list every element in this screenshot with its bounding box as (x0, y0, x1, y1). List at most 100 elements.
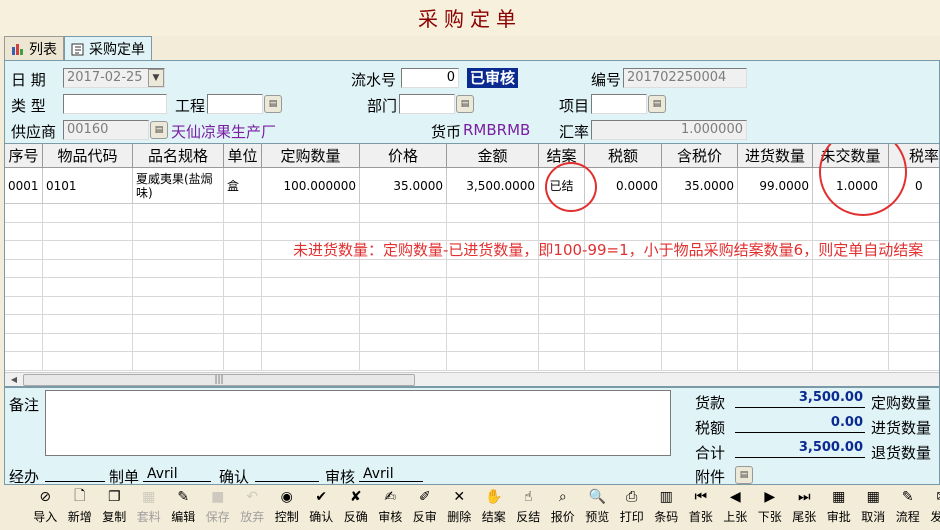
currency-value: RMBRMB (463, 121, 531, 139)
handler-value[interactable] (45, 466, 105, 482)
scroll-left-icon[interactable]: ◀ (7, 374, 21, 386)
supplier-lookup-icon[interactable]: ▤ (150, 121, 168, 139)
toolbar-button-delete[interactable]: ✕ 删除 (442, 485, 477, 530)
toolbar-button-import[interactable]: ⊘ 导入 (28, 485, 63, 530)
toolbar-button-last[interactable]: ⏭ 尾张 (787, 485, 822, 530)
toolbar-label: 结案 (481, 510, 506, 524)
item-field[interactable] (591, 94, 647, 114)
toolbar-button-prev[interactable]: ◀ 上张 (718, 485, 753, 530)
list-icon (12, 43, 23, 55)
toolbar-button-save[interactable]: ■ 保存 (201, 485, 236, 530)
first-icon: ⏮ (694, 489, 708, 505)
prev-icon: ◀ (729, 489, 741, 505)
cell-item-name: 夏威夷果(盐焗味) (133, 168, 224, 204)
close-case-icon: ✋ (485, 489, 503, 505)
toolbar-button-approve[interactable]: ▦ 审批 (822, 485, 857, 530)
cell-unit: 盒 (224, 168, 262, 204)
date-dropdown-icon[interactable]: ▼ (148, 69, 164, 87)
toolbar-button-control[interactable]: ◉ 控制 (270, 485, 305, 530)
header-tax-price[interactable]: 含税价 (662, 144, 738, 168)
confirm-value (255, 466, 319, 482)
project-lookup-icon[interactable]: ▤ (264, 95, 282, 113)
cell-amount: 3,500.0000 (447, 168, 539, 204)
annotation-note: 未进货数量：定购数量-已进货数量，即100-99=1，小于物品采购结案数量6，则… (293, 241, 924, 259)
goods-label: 货款 (695, 394, 726, 412)
attach-label: 附件 (695, 468, 726, 486)
toolbar-label: 预览 (585, 510, 610, 524)
header-item-name[interactable]: 品名规格 (133, 144, 224, 168)
import-icon: ⊘ (39, 489, 52, 505)
toolbar-label: 反结 (516, 510, 541, 524)
edit-icon: ✎ (177, 489, 190, 505)
toolbar-button-unaudit[interactable]: ✐ 反审 (408, 485, 443, 530)
order-qty-label: 定购数量 (871, 394, 932, 412)
serial-field[interactable]: 0 (401, 68, 459, 88)
toolbar-label: 删除 (447, 510, 472, 524)
header-in-qty[interactable]: 进货数量 (738, 144, 813, 168)
return-qty-label: 退货数量 (871, 444, 932, 462)
preview-icon: 🔍 (588, 489, 606, 505)
approve-icon: ▦ (832, 489, 846, 505)
supplier-code-field[interactable]: 00160 (63, 120, 149, 140)
header-price[interactable]: 价格 (360, 144, 447, 168)
header-order-qty[interactable]: 定购数量 (262, 144, 360, 168)
toolbar-button-material[interactable]: ▦ 套料 (132, 485, 167, 530)
toolbar-button-quote[interactable]: ⌕ 报价 (546, 485, 581, 530)
header-unit[interactable]: 单位 (224, 144, 262, 168)
tab-list[interactable]: 列表 (4, 36, 64, 60)
number-field[interactable]: 201702250004 (623, 68, 747, 88)
project-label: 工程 (175, 97, 206, 115)
table-row[interactable]: 0001 0101 夏威夷果(盐焗味) 盒 100.000000 35.0000… (5, 168, 939, 204)
toolbar-label: 审核 (378, 510, 403, 524)
dept-lookup-icon[interactable]: ▤ (456, 95, 474, 113)
toolbar-label: 取消 (861, 510, 886, 524)
toolbar-label: 套料 (136, 510, 161, 524)
toolbar-button-unconfirm[interactable]: ✘ 反确 (339, 485, 374, 530)
header-tax[interactable]: 税额 (585, 144, 662, 168)
reopen-icon: ☝ (523, 489, 533, 505)
serial-value: 0 (446, 70, 455, 85)
control-icon: ◉ (280, 489, 293, 505)
toolbar-button-preview[interactable]: 🔍 预览 (580, 485, 615, 530)
grid-horizontal-scrollbar[interactable]: ◀ ||| (5, 372, 939, 386)
toolbar-button-first[interactable]: ⏮ 首张 (684, 485, 719, 530)
toolbar-button-print[interactable]: ⎙ 打印 (615, 485, 650, 530)
project-field[interactable] (207, 94, 263, 114)
save-icon: ■ (211, 489, 225, 505)
attach-icon[interactable]: ▤ (735, 466, 753, 484)
flow-icon: ✎ (901, 489, 914, 505)
header-amount[interactable]: 金额 (447, 144, 539, 168)
toolbar-button-reopen[interactable]: ☝ 反结 (511, 485, 546, 530)
memo-field[interactable] (45, 390, 671, 456)
type-field[interactable] (63, 94, 167, 114)
copy-icon: ❐ (107, 489, 121, 505)
toolbar-button-send[interactable]: ✉ 发送 (925, 485, 940, 530)
toolbar-button-new[interactable]: 🗋 新增 (63, 485, 98, 530)
toolbar-button-edit[interactable]: ✎ 编辑 (166, 485, 201, 530)
cell-price: 35.0000 (360, 168, 447, 204)
header-item-code[interactable]: 物品代码 (43, 144, 133, 168)
toolbar-button-undo[interactable]: ↶ 放弃 (235, 485, 270, 530)
toolbar-button-close-case[interactable]: ✋ 结案 (477, 485, 512, 530)
toolbar-button-confirm[interactable]: ✔ 确认 (304, 485, 339, 530)
toolbar-button-barcode[interactable]: ▥ 条码 (649, 485, 684, 530)
item-lookup-icon[interactable]: ▤ (648, 95, 666, 113)
header-seq[interactable]: 序号 (5, 144, 43, 168)
number-label: 编号 (591, 71, 622, 89)
tax-value: 0.00 (735, 415, 865, 433)
toolbar-button-cancel[interactable]: ▦ 取消 (856, 485, 891, 530)
toolbar-label: 审批 (826, 510, 851, 524)
tab-purchase-order[interactable]: 采购定单 (64, 36, 152, 60)
toolbar-label: 新增 (67, 510, 92, 524)
toolbar-label: 流程 (895, 510, 920, 524)
toolbar-button-audit[interactable]: ✍ 审核 (373, 485, 408, 530)
scrollbar-thumb[interactable]: ||| (23, 374, 415, 386)
type-label: 类 型 (11, 97, 46, 115)
toolbar-button-flow[interactable]: ✎ 流程 (891, 485, 926, 530)
item-label: 项目 (559, 97, 590, 115)
dept-field[interactable] (399, 94, 455, 114)
toolbar-button-copy[interactable]: ❐ 复制 (97, 485, 132, 530)
toolbar-label: 编辑 (171, 510, 196, 524)
toolbar-button-next[interactable]: ▶ 下张 (753, 485, 788, 530)
rate-field[interactable]: 1.000000 (591, 120, 747, 140)
